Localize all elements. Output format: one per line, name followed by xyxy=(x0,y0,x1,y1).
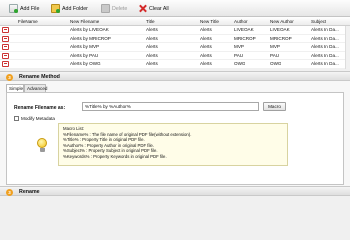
macro-list-item: %Keywords% : Property Keywords in origin… xyxy=(63,153,167,159)
cell-subject: Alerts In Da... xyxy=(311,35,339,41)
delete-icon xyxy=(101,4,110,13)
cell-subject: Alerts In Da... xyxy=(311,44,339,49)
cell-new-author: OWG xyxy=(270,61,282,66)
add-folder-label: Add Folder xyxy=(62,5,88,12)
cell-new-filename: Alerts by PAU xyxy=(70,52,99,58)
pdf-file-icon xyxy=(2,61,9,67)
cell-new-author: LIVEOAK xyxy=(270,27,290,32)
column-header-new-title[interactable]: New Title xyxy=(200,17,219,26)
rename-filename-label: Rename Filename as: xyxy=(14,105,66,111)
cell-new-author: MVP xyxy=(270,44,280,49)
clear-all-icon xyxy=(138,4,147,13)
table-row[interactable]: Alerts by MRICROP Alerts Alerts MRICROP … xyxy=(0,35,350,43)
step-badge: 3 xyxy=(6,188,13,196)
clear-all-label: Clear All xyxy=(149,5,169,12)
cell-subject: Alerts In Da... xyxy=(311,61,339,66)
table-row[interactable]: Alerts by PAU Alerts Alerts PAU PAU Aler… xyxy=(0,52,350,60)
add-folder-button[interactable]: Add Folder xyxy=(51,3,88,14)
modify-metadata-checkbox[interactable] xyxy=(14,116,19,121)
cell-new-title: Alerts xyxy=(200,27,212,32)
table-row[interactable]: Alerts by LIVEOAK Alerts Alerts LIVEOAK … xyxy=(0,26,350,35)
cell-author: PAU xyxy=(234,52,244,58)
cell-new-title: Alerts xyxy=(200,35,212,41)
table-row[interactable]: Alerts by OWG Alerts Alerts OWG OWG Aler… xyxy=(0,60,350,69)
cell-title: Alerts xyxy=(146,61,158,66)
step-badge: 3 xyxy=(6,73,13,81)
cell-new-author: MRICROP xyxy=(270,35,292,41)
cell-author: OWG xyxy=(234,61,246,66)
lightbulb-icon xyxy=(36,138,48,153)
modify-metadata-label: Modify Metadata xyxy=(21,116,55,121)
grid-header: FileName New Filename Title New Title Au… xyxy=(0,17,350,26)
add-file-icon xyxy=(9,4,18,13)
cell-title: Alerts xyxy=(146,52,158,58)
rename-method-header[interactable]: 3 Rename Method xyxy=(0,71,350,81)
cell-new-title: Alerts xyxy=(200,44,212,49)
modify-metadata-row[interactable]: Modify Metadata xyxy=(14,116,55,121)
cell-title: Alerts xyxy=(146,44,158,49)
tab-simple[interactable]: Simple xyxy=(6,84,24,92)
rename-method-panel: Simple Advanced Rename Filename as: Macr… xyxy=(0,81,350,186)
cell-new-filename: Alerts by LIVEOAK xyxy=(70,27,109,32)
rename-filename-input[interactable] xyxy=(82,102,259,111)
rename-section-title: Rename xyxy=(19,189,40,195)
pdf-file-icon xyxy=(2,44,9,50)
cell-title: Alerts xyxy=(146,27,158,32)
cell-subject: Alerts In Da... xyxy=(311,27,339,32)
cell-new-author: PAU xyxy=(270,52,280,58)
cell-new-filename: Alerts by MRICROP xyxy=(70,35,111,41)
column-header-new-filename[interactable]: New Filename xyxy=(70,17,99,26)
delete-button[interactable]: Delete xyxy=(101,3,127,14)
cell-subject: Alerts In Da... xyxy=(311,52,339,58)
clear-all-button[interactable]: Clear All xyxy=(138,3,169,14)
cell-new-title: Alerts xyxy=(200,61,212,66)
pdf-file-icon xyxy=(2,27,9,33)
column-header-author[interactable]: Author xyxy=(234,17,248,26)
add-file-label: Add File xyxy=(20,5,40,12)
macro-button[interactable]: Macro xyxy=(263,102,286,111)
cell-new-filename: Alerts by MVP xyxy=(70,44,100,49)
file-grid: FileName New Filename Title New Title Au… xyxy=(0,17,350,69)
grid-scrollbar[interactable] xyxy=(345,26,350,69)
column-header-filename[interactable]: FileName xyxy=(18,17,38,26)
macro-list-box: Macro List: %Filename% : The file name o… xyxy=(58,123,288,166)
cell-new-title: Alerts xyxy=(200,52,212,58)
cell-new-filename: Alerts by OWG xyxy=(70,61,101,66)
tab-advanced[interactable]: Advanced xyxy=(24,84,47,92)
pdf-file-icon xyxy=(2,35,9,42)
cell-title: Alerts xyxy=(146,35,158,41)
delete-label: Delete xyxy=(112,5,128,12)
pdf-file-icon xyxy=(2,52,9,59)
cell-author: MRICROP xyxy=(234,35,256,41)
table-row[interactable]: Alerts by MVP Alerts Alerts MVP MVP Aler… xyxy=(0,43,350,52)
cell-author: MVP xyxy=(234,44,244,49)
toolbar: Add File Add Folder Delete Clear All xyxy=(0,0,350,17)
cell-author: LIVEOAK xyxy=(234,27,254,32)
add-file-button[interactable]: Add File xyxy=(9,3,39,14)
column-header-new-author[interactable]: New Author xyxy=(270,17,294,26)
column-header-title[interactable]: Title xyxy=(146,17,155,26)
add-folder-icon xyxy=(51,4,60,13)
rename-section-header[interactable]: 3 Rename xyxy=(0,186,350,196)
column-header-subject[interactable]: Subject xyxy=(311,17,326,26)
